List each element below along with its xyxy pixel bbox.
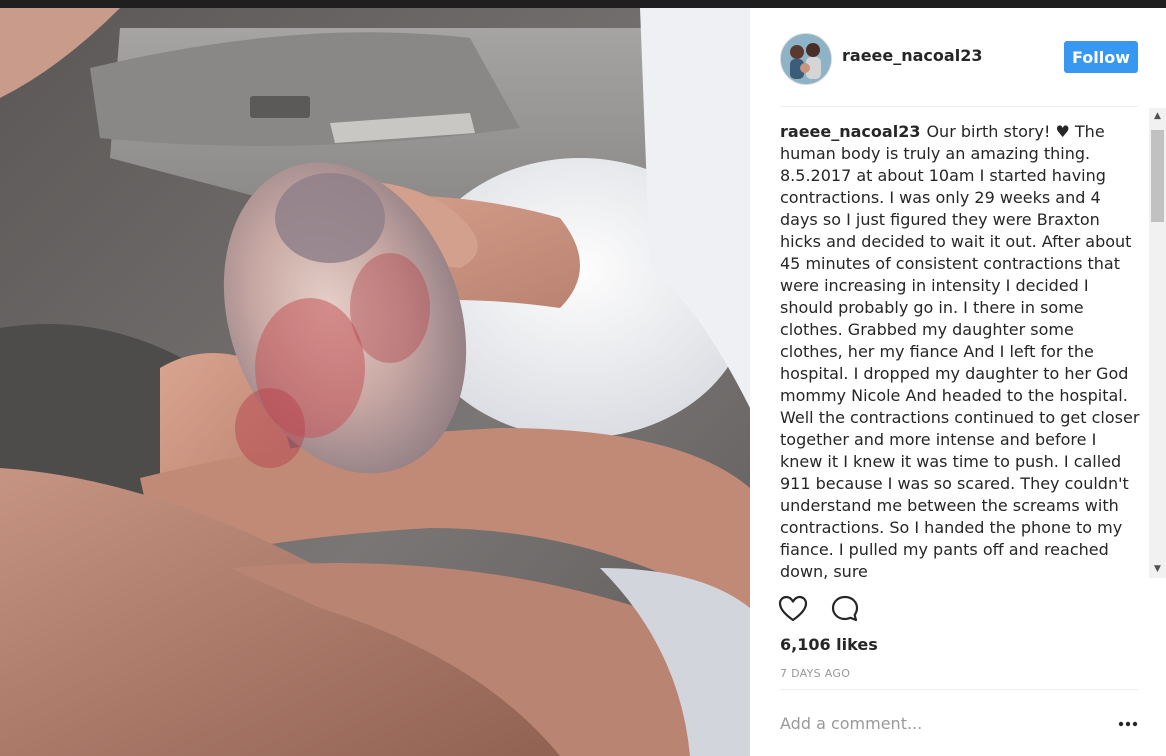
like-button[interactable] xyxy=(778,594,808,624)
add-comment-input[interactable] xyxy=(778,708,1112,738)
top-edge-strip xyxy=(0,0,1166,8)
comment-divider xyxy=(780,689,1138,690)
user-avatar[interactable] xyxy=(780,33,832,85)
heart-icon xyxy=(778,595,808,622)
caption: raeee_nacoal23 Our birth story! ♥ The hum… xyxy=(780,121,1140,579)
post-side-panel: raeee_nacoal23 Follow raeee_nacoal23 Our … xyxy=(750,8,1166,756)
more-options-button[interactable] xyxy=(1114,712,1142,736)
scroll-down-arrow-icon[interactable]: ▼ xyxy=(1149,561,1166,578)
header-divider xyxy=(780,106,1138,107)
more-options-icon xyxy=(1118,721,1138,727)
caption-text: Our birth story! ♥ The human body is tru… xyxy=(780,122,1140,579)
caption-scroll-area[interactable]: raeee_nacoal23 Our birth story! ♥ The hum… xyxy=(780,121,1140,579)
avatar-image xyxy=(781,34,831,84)
post-photo[interactable] xyxy=(0,8,750,756)
follow-button[interactable]: Follow xyxy=(1064,41,1138,73)
scroll-up-arrow-icon[interactable]: ▲ xyxy=(1149,108,1166,125)
comment-bubble-icon xyxy=(831,595,859,622)
likes-count[interactable]: 6,106 likes xyxy=(780,635,878,654)
scrollbar-thumb[interactable] xyxy=(1151,130,1164,222)
photo-illustration xyxy=(0,8,750,756)
post-username[interactable]: raeee_nacoal23 xyxy=(842,46,982,65)
comment-button[interactable] xyxy=(830,594,860,624)
caption-username[interactable]: raeee_nacoal23 xyxy=(780,122,920,141)
post-timestamp[interactable]: 7 DAYS AGO xyxy=(780,667,850,680)
caption-scrollbar[interactable]: ▲ ▼ xyxy=(1149,108,1166,578)
